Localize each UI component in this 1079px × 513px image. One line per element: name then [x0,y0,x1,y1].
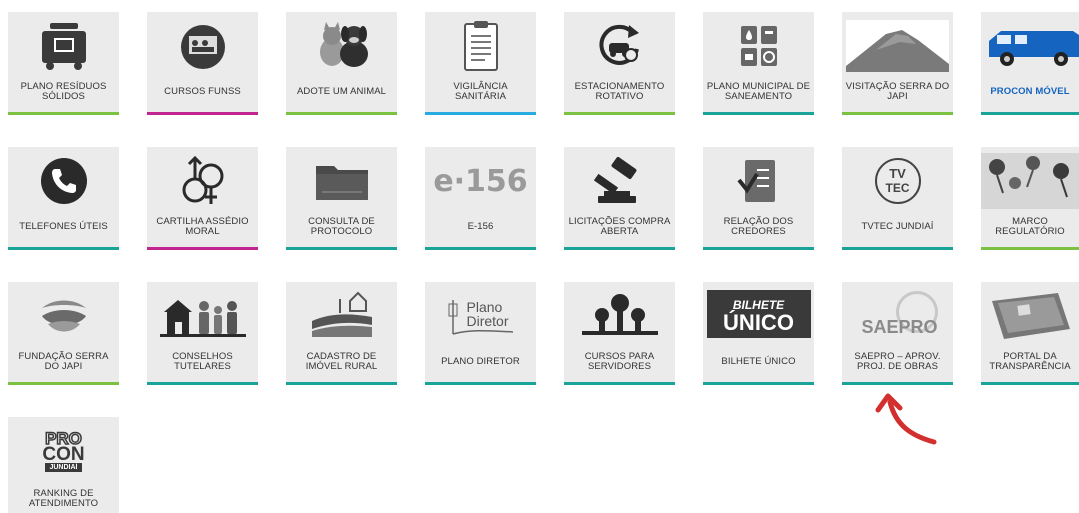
tile-label: MARCO REGULATÓRIO [995,216,1065,237]
tile-e156[interactable]: e·156 E-156 [425,147,536,250]
folder-icon [286,153,397,209]
mountain-icon [842,18,953,74]
tile-visitacao-serra-japi[interactable]: VISITAÇÃO SERRA DO JAPI [842,12,953,115]
e156-logo-icon: e·156 [425,153,536,209]
tile-label: PLANO RESÍDUOS SÓLIDOS [20,81,107,102]
tile-label: CONSELHOS TUTELARES [172,351,233,372]
tile-adote-um-animal[interactable]: ADOTE UM ANIMAL [286,12,397,115]
tile-telefones-uteis[interactable]: TELEFONES ÚTEIS [8,147,119,250]
tvtec-logo-text-tv: TV [889,166,906,181]
tile-label: PLANO DIRETOR [441,356,520,367]
tile-label: ADOTE UM ANIMAL [296,86,387,97]
tile-cursos-funss[interactable]: CURSOS FUNSS [147,12,258,115]
pushpins-icon [981,153,1079,209]
tile-label: PORTAL DA TRANSPARÊNCIA [989,351,1071,372]
clipboard-icon [425,18,536,74]
tile-vigilancia-sanitaria[interactable]: VIGILÂNCIA SANITÁRIA [425,12,536,115]
tile-cadastro-imovel-rural[interactable]: CADASTRO DE IMÓVEL RURAL [286,282,397,385]
pets-icon [286,18,397,74]
tile-fundacao-serra-japi[interactable]: FUNDAÇÃO SERRA DO JAPI [8,282,119,385]
tile-saepro[interactable]: SAEPRO SAEPRO – APROV. PROJ. DE OBRAS [842,282,953,385]
bilhete-unico-logo-icon: BILHETE ÚNICO [703,286,814,342]
tile-estacionamento-rotativo[interactable]: ESTACIONAMENTO ROTATIVO [564,12,675,115]
tile-label: BILHETE ÚNICO [721,356,796,367]
tile-consulta-protocolo[interactable]: CONSULTA DE PROTOCOLO [286,147,397,250]
tile-label: TVTEC JUNDIAÍ [861,221,934,232]
family-house-icon [147,288,258,344]
tile-label: CADASTRO DE IMÓVEL RURAL [305,351,378,372]
van-icon [981,18,1079,74]
trash-container-icon [8,18,119,74]
tile-plano-municipal-saneamento[interactable]: PLANO MUNICIPAL DE SANEAMENTO [703,12,814,115]
tile-label: ESTACIONAMENTO ROTATIVO [574,81,665,102]
tvtec-logo-icon: TV TEC [842,153,953,209]
gender-symbols-icon [147,153,258,209]
tile-ranking-atendimento[interactable]: PRO CON JUNDIAÍ RANKING DE ATENDIMENTO [8,417,119,513]
tile-label: CURSOS FUNSS [164,86,241,97]
trees-icon [564,288,675,344]
tile-cartilha-assedio-moral[interactable]: CARTILHA ASSÉDIO MORAL [147,147,258,250]
tile-label: SAEPRO – APROV. PROJ. DE OBRAS [854,351,941,372]
tile-label: TELEFONES ÚTEIS [19,221,108,232]
checklist-icon [703,153,814,209]
tile-label: LICITAÇÕES COMPRA ABERTA [568,216,671,237]
tile-procon-movel[interactable]: PROCON MÓVEL [981,12,1079,115]
procon-logo-icon: PRO CON JUNDIAÍ [8,425,119,477]
tile-label: CARTILHA ASSÉDIO MORAL [156,216,249,237]
tile-plano-diretor[interactable]: Plano Diretor PLANO DIRETOR [425,282,536,385]
tile-plano-residuos-solidos[interactable]: PLANO RESÍDUOS SÓLIDOS [8,12,119,115]
red-curved-arrow-icon [875,393,937,445]
saepro-logo-icon: SAEPRO [842,288,953,344]
bilhete-logo-text-2: ÚNICO [723,310,794,335]
tile-bilhete-unico[interactable]: BILHETE ÚNICO BILHETE ÚNICO [703,282,814,385]
tile-label: RANKING DE ATENDIMENTO [28,488,99,509]
parking-car-icon [564,18,675,74]
tile-label: PLANO MUNICIPAL DE SANEAMENTO [706,81,811,102]
tile-marco-regulatorio[interactable]: MARCO REGULATÓRIO [981,147,1079,250]
classroom-icon [147,18,258,74]
plano-diretor-logo-text-1: Plano [466,299,503,315]
tile-portal-transparencia[interactable]: PORTAL DA TRANSPARÊNCIA [981,282,1079,385]
procon-logo-text-con: CON [42,443,85,465]
tile-label: VISITAÇÃO SERRA DO JAPI [845,81,950,102]
tile-licitacoes-compra-aberta[interactable]: LICITAÇÕES COMPRA ABERTA [564,147,675,250]
procon-logo-text-jundiai: JUNDIAÍ [45,462,82,472]
tile-conselhos-tutelares[interactable]: CONSELHOS TUTELARES [147,282,258,385]
tile-label: RELAÇÃO DOS CREDORES [723,216,794,237]
plano-diretor-logo-text-2: Diretor [466,313,509,329]
plano-diretor-logo-icon: Plano Diretor [425,288,536,344]
saepro-logo-text: SAEPRO [861,317,938,337]
sanitation-icon [703,18,814,74]
serra-logo-icon [8,288,119,344]
tvtec-logo-text-tec: TEC [885,181,910,195]
tile-label: CURSOS PARA SERVIDORES [584,351,655,372]
tile-tvtec-jundiai[interactable]: TV TEC TVTEC JUNDIAÍ [842,147,953,250]
phone-icon [8,153,119,209]
tile-label: PROCON MÓVEL [990,86,1070,97]
rural-landscape-icon [286,288,397,344]
gavel-icon [564,153,675,209]
tile-label: E-156 [467,221,494,232]
tile-label: CONSULTA DE PROTOCOLO [308,216,375,237]
transparency-card-icon [981,288,1079,344]
tile-cursos-para-servidores[interactable]: CURSOS PARA SERVIDORES [564,282,675,385]
e156-logo-text: e·156 [433,163,528,199]
tile-relacao-credores[interactable]: RELAÇÃO DOS CREDORES [703,147,814,250]
tile-label: FUNDAÇÃO SERRA DO JAPI [18,351,109,372]
tile-label: VIGILÂNCIA SANITÁRIA [453,81,508,102]
